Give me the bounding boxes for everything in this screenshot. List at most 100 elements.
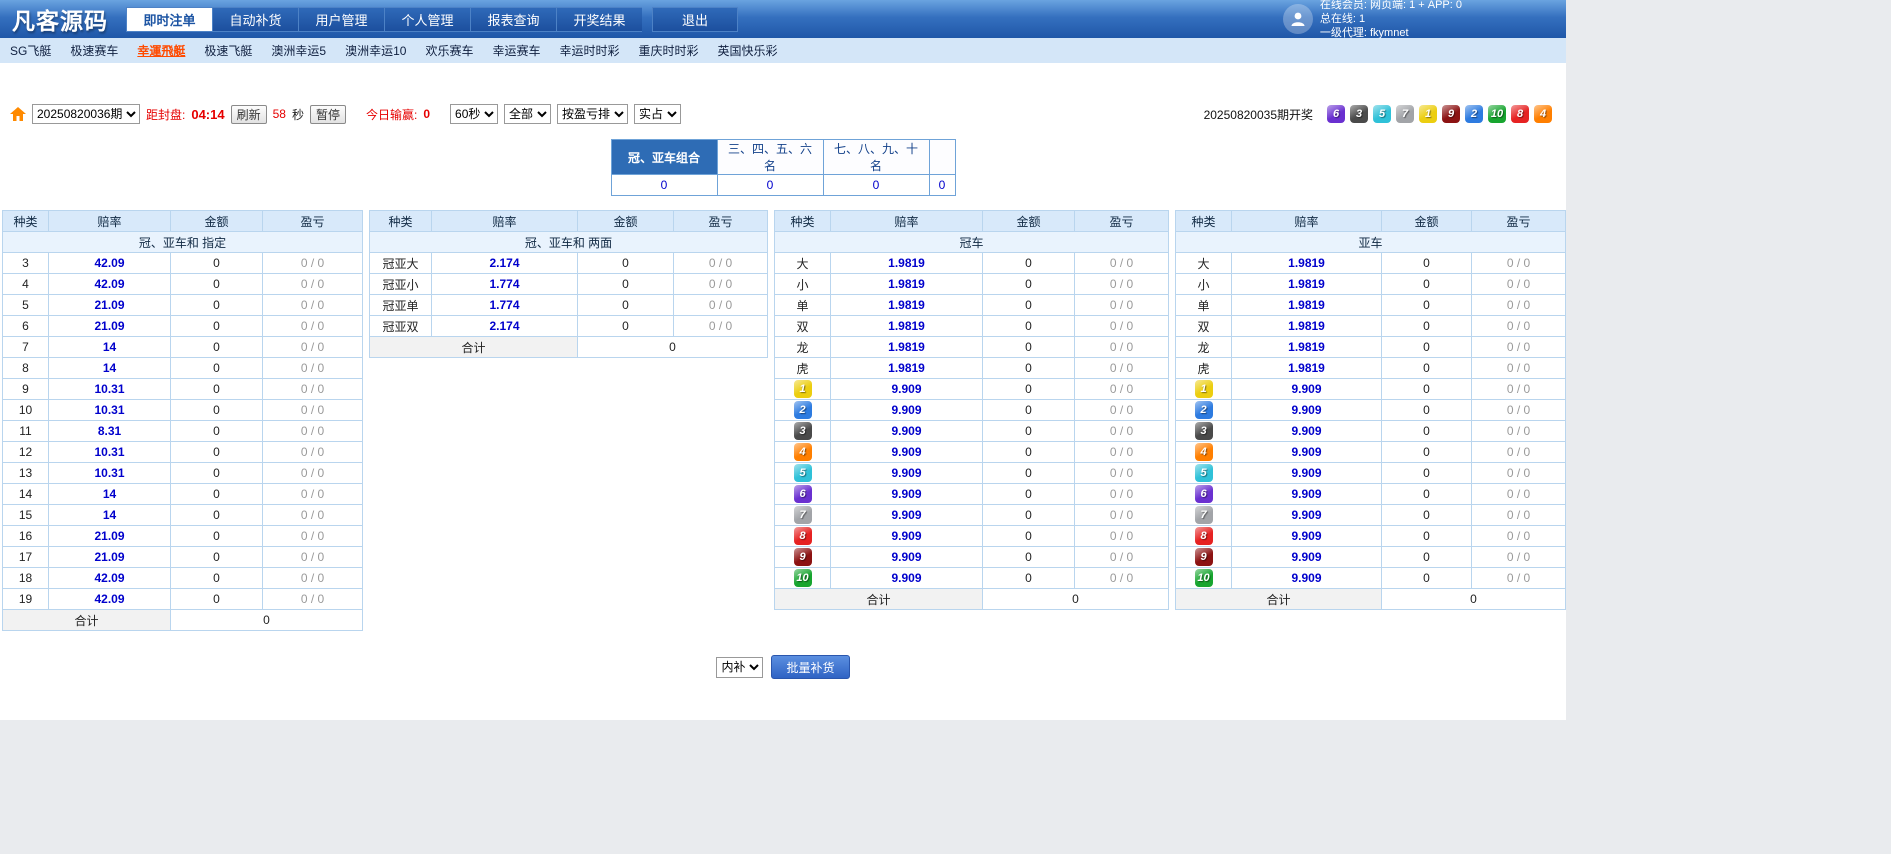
odds-value[interactable]: 1.774	[432, 274, 578, 295]
odds-value[interactable]: 9.909	[831, 400, 983, 421]
odds-value[interactable]: 1.9819	[831, 295, 983, 316]
pause-button[interactable]: 暂停	[310, 105, 346, 124]
odds-value[interactable]: 9.909	[1232, 379, 1382, 400]
odds-value[interactable]: 42.09	[49, 274, 171, 295]
odds-value[interactable]: 9.909	[831, 547, 983, 568]
scope-select[interactable]: 全部	[504, 104, 551, 124]
odds-value[interactable]: 9.909	[831, 442, 983, 463]
nav-tab[interactable]: 开奖结果	[556, 7, 642, 32]
amount-value: 0	[171, 400, 263, 421]
profit-loss-value: 0 / 0	[1472, 463, 1566, 484]
odds-value[interactable]: 1.9819	[1232, 253, 1382, 274]
odds-value[interactable]: 14	[49, 484, 171, 505]
bet-kind: 2	[1176, 400, 1232, 421]
game-nav-item[interactable]: 幸运赛车	[492, 42, 540, 59]
bet-kind: 小	[775, 274, 831, 295]
odds-value[interactable]: 1.9819	[1232, 316, 1382, 337]
odds-value[interactable]: 1.9819	[831, 358, 983, 379]
game-nav-item[interactable]: SG飞艇	[10, 42, 51, 59]
game-nav-item[interactable]: 澳洲幸运10	[345, 42, 406, 59]
summary-value[interactable]: 0	[823, 175, 929, 196]
odds-value[interactable]: 1.9819	[831, 253, 983, 274]
game-nav-item[interactable]: 极速赛车	[70, 42, 118, 59]
odds-value[interactable]: 1.9819	[831, 337, 983, 358]
odds-value[interactable]: 9.909	[831, 526, 983, 547]
odds-value[interactable]: 10.31	[49, 463, 171, 484]
sort-select[interactable]: 按盈亏排	[557, 104, 628, 124]
odds-value[interactable]: 9.909	[1232, 505, 1382, 526]
summary-extra-value[interactable]: 0	[929, 175, 955, 196]
odds-value[interactable]: 9.909	[1232, 526, 1382, 547]
summary-value[interactable]: 0	[717, 175, 823, 196]
odds-value[interactable]: 1.9819	[1232, 358, 1382, 379]
odds-value[interactable]: 42.09	[49, 253, 171, 274]
odds-value[interactable]: 9.909	[1232, 547, 1382, 568]
bet-row: 342.0900 / 0	[3, 253, 363, 274]
bet-row: 虎1.981900 / 0	[1176, 358, 1566, 379]
odds-value[interactable]: 1.9819	[1232, 295, 1382, 316]
nav-tab[interactable]: 用户管理	[298, 7, 384, 32]
nav-tab[interactable]: 即时注单	[126, 7, 212, 32]
nav-tab[interactable]: 自动补货	[212, 7, 298, 32]
interval-select[interactable]: 60秒	[450, 104, 498, 124]
game-nav-item[interactable]: 澳洲幸运5	[271, 42, 326, 59]
odds-value[interactable]: 9.909	[1232, 484, 1382, 505]
replenish-mode-select[interactable]: 内补	[716, 657, 763, 678]
odds-value[interactable]: 21.09	[49, 526, 171, 547]
summary-tab[interactable]: 七、八、九、十名	[823, 140, 929, 175]
summary-tab[interactable]: 冠、亚车组合	[611, 140, 717, 175]
odds-value[interactable]: 9.909	[1232, 400, 1382, 421]
odds-value[interactable]: 9.909	[831, 568, 983, 589]
profit-loss-value: 0 / 0	[1472, 274, 1566, 295]
odds-value[interactable]: 21.09	[49, 316, 171, 337]
odds-value[interactable]: 10.31	[49, 442, 171, 463]
odds-value[interactable]: 9.909	[831, 421, 983, 442]
odds-value[interactable]: 1.9819	[1232, 274, 1382, 295]
nav-tab[interactable]: 报表查询	[470, 7, 556, 32]
game-nav-item[interactable]: 幸運飛艇	[137, 42, 185, 59]
odds-value[interactable]: 42.09	[49, 589, 171, 610]
total-label: 合计	[1176, 589, 1382, 610]
odds-value[interactable]: 1.9819	[831, 274, 983, 295]
column-header: 赔率	[1232, 211, 1382, 232]
odds-value[interactable]: 2.174	[432, 253, 578, 274]
nav-tab[interactable]: 退出	[652, 7, 738, 32]
refresh-button[interactable]: 刷新	[231, 105, 267, 124]
home-icon[interactable]	[10, 107, 26, 121]
odds-value[interactable]: 9.909	[831, 484, 983, 505]
odds-value[interactable]: 9.909	[831, 379, 983, 400]
odds-value[interactable]: 8.31	[49, 421, 171, 442]
odds-value[interactable]: 9.909	[1232, 442, 1382, 463]
batch-replenish-button[interactable]: 批量补货	[771, 655, 849, 679]
odds-value[interactable]: 14	[49, 358, 171, 379]
odds-value[interactable]: 14	[49, 505, 171, 526]
odds-value[interactable]: 10.31	[49, 400, 171, 421]
odds-value[interactable]: 9.909	[831, 505, 983, 526]
period-select[interactable]: 20250820036期	[32, 104, 140, 124]
odds-value[interactable]: 1.9819	[831, 316, 983, 337]
game-nav-item[interactable]: 幸运时时彩	[559, 42, 619, 59]
odds-value[interactable]: 1.774	[432, 295, 578, 316]
odds-value[interactable]: 9.909	[1232, 568, 1382, 589]
bet-kind: 14	[3, 484, 49, 505]
game-nav-item[interactable]: 欢乐赛车	[425, 42, 473, 59]
odds-value[interactable]: 9.909	[1232, 463, 1382, 484]
odds-value[interactable]: 14	[49, 337, 171, 358]
ball-7: 7	[794, 506, 812, 524]
odds-value[interactable]: 9.909	[1232, 421, 1382, 442]
game-nav-item[interactable]: 重庆时时彩	[638, 42, 698, 59]
occupy-select[interactable]: 实占	[634, 104, 681, 124]
summary-tab[interactable]: 三、四、五、六名	[717, 140, 823, 175]
game-nav-item[interactable]: 英国快乐彩	[718, 42, 778, 59]
online-info: 在线会员: 网页端: 1 + APP: 0 总在线: 1 一级代理: fkymn…	[1283, 0, 1462, 40]
odds-value[interactable]: 21.09	[49, 295, 171, 316]
odds-value[interactable]: 9.909	[831, 463, 983, 484]
odds-value[interactable]: 21.09	[49, 547, 171, 568]
game-nav-item[interactable]: 极速飞艇	[204, 42, 252, 59]
odds-value[interactable]: 1.9819	[1232, 337, 1382, 358]
odds-value[interactable]: 2.174	[432, 316, 578, 337]
nav-tab[interactable]: 个人管理	[384, 7, 470, 32]
summary-value[interactable]: 0	[611, 175, 717, 196]
odds-value[interactable]: 10.31	[49, 379, 171, 400]
odds-value[interactable]: 42.09	[49, 568, 171, 589]
